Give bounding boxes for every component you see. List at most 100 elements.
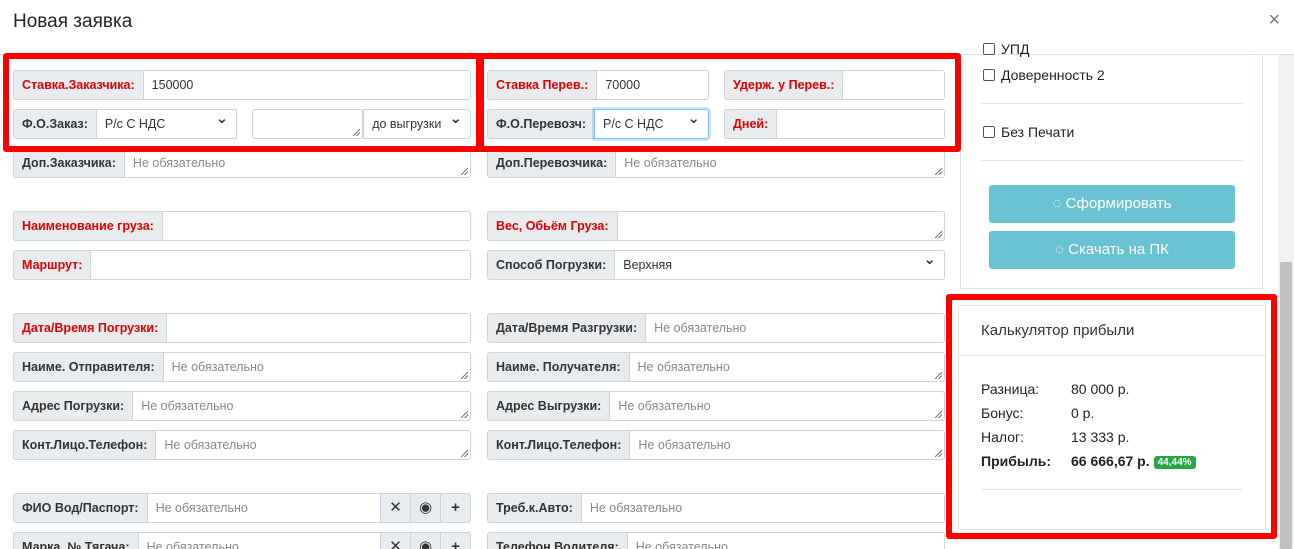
loading-method-group: Способ Погрузки: Верхняя <box>487 250 945 280</box>
customer-payment-group: Ф.О.Заказ: Р/с С НДС до выгрузки <box>13 109 471 139</box>
load-address-label: Адрес Погрузки: <box>13 391 133 421</box>
checkbox-no-stamp-label: Без Печати <box>1001 124 1075 140</box>
generate-button-label: Сформировать <box>1065 195 1172 212</box>
bonus-row: Бонус: 0 р. <box>981 405 1094 421</box>
profit-value-wrap: 66 666,67 р. 44,44% <box>1071 453 1196 469</box>
unload-datetime-input[interactable]: Не обязательно <box>645 313 945 343</box>
withhold-input[interactable] <box>842 70 945 100</box>
driver-input[interactable]: Не обязательно <box>146 493 381 523</box>
carrier-payment-group: Ф.О.Перевозч: Р/с С НДС <box>487 109 709 139</box>
weight-group: Вес, Обьём Груза: <box>487 211 945 241</box>
carrier-rate-input[interactable]: 70000 <box>596 70 709 100</box>
close-icon[interactable]: × <box>1268 9 1280 32</box>
carrier-extra-label: Доп.Перевозчика: <box>487 148 616 178</box>
profit-row: Прибыль: 66 666,67 р. 44,44% <box>981 453 1196 469</box>
checkbox-box[interactable] <box>983 43 995 55</box>
carrier-rate-group: Ставка Перев.: 70000 <box>487 70 709 100</box>
driver-phone-label: Телефон Водителя: <box>487 532 627 549</box>
checkbox-no-stamp[interactable]: Без Печати <box>983 124 1074 140</box>
loading-method-label: Способ Погрузки: <box>487 250 615 280</box>
carrier-extra-group: Доп.Перевозчика: Не обязательно <box>487 148 945 178</box>
load-address-group: Адрес Погрузки: Не обязательно <box>13 391 471 421</box>
driver-phone-input[interactable]: Не обязательно <box>626 532 945 549</box>
plus-icon[interactable]: + <box>441 532 471 549</box>
checkbox-upd[interactable]: УПД <box>983 41 1029 57</box>
close-icon[interactable]: ✕ <box>381 493 411 523</box>
cargo-name-group: Наименование груза: <box>13 211 471 241</box>
customer-payment-term-select[interactable]: до выгрузки <box>363 109 471 139</box>
scrollbar-thumb[interactable] <box>1280 262 1292 549</box>
unload-address-input[interactable]: Не обязательно <box>609 391 945 421</box>
receiver-label: Наиме. Получателя: <box>487 352 629 382</box>
route-group: Маршрут: <box>13 250 471 280</box>
route-input[interactable] <box>90 250 471 280</box>
customer-extra-input[interactable]: Не обязательно <box>123 148 471 178</box>
driver-phone-group: Телефон Водителя: Не обязательно <box>487 532 945 549</box>
cargo-name-input[interactable] <box>161 211 471 241</box>
carrier-rate-label: Ставка Перев.: <box>487 70 597 100</box>
calculator-title: Калькулятор прибыли <box>981 322 1135 339</box>
carrier-payment-select[interactable]: Р/с С НДС <box>594 109 709 139</box>
route-label: Маршрут: <box>13 250 91 280</box>
bonus-value: 0 р. <box>1071 405 1095 421</box>
customer-payment-select[interactable]: Р/с С НДС <box>95 109 238 139</box>
unload-datetime-group: Дата/Время Разгрузки: Не обязательно <box>487 313 945 343</box>
eye-icon[interactable]: ◉ <box>411 493 441 523</box>
divider <box>981 103 1243 104</box>
car-requirements-label: Треб.к.Авто: <box>487 493 581 523</box>
checkbox-box[interactable] <box>983 69 995 81</box>
difference-value: 80 000 р. <box>1071 381 1130 397</box>
customer-extra-group: Доп.Заказчика: Не обязательно <box>13 148 471 178</box>
weight-label: Вес, Обьём Груза: <box>487 211 617 241</box>
checkbox-proxy[interactable]: Доверенность 2 <box>983 67 1105 83</box>
weight-input[interactable] <box>616 211 945 241</box>
spinner-icon: ◌ <box>1052 195 1062 212</box>
download-button[interactable]: ◌ Скачать на ПК <box>989 231 1235 269</box>
load-datetime-input[interactable] <box>166 313 471 343</box>
generate-button[interactable]: ◌ Сформировать <box>989 185 1235 223</box>
difference-row: Разница: 80 000 р. <box>981 381 1129 397</box>
difference-label: Разница: <box>981 381 1040 397</box>
days-label: Дней: <box>724 109 777 139</box>
truck-label: Марка, № Тягача: <box>13 532 138 549</box>
driver-group: ФИО Вод/Паспорт: Не обязательно ✕ ◉ + <box>13 493 471 523</box>
loading-method-select[interactable]: Верхняя <box>614 250 945 280</box>
tax-value: 13 333 р. <box>1071 429 1130 445</box>
profit-calculator-card: Калькулятор прибыли Разница: 80 000 р. Б… <box>958 305 1266 530</box>
days-group: Дней: <box>724 109 945 139</box>
divider <box>981 489 1243 490</box>
profit-value: 66 666,67 р. <box>1071 453 1150 469</box>
load-address-input[interactable]: Не обязательно <box>132 391 471 421</box>
eye-icon[interactable]: ◉ <box>411 532 441 549</box>
receiver-contact-input[interactable]: Не обязательно <box>629 430 945 460</box>
checkbox-box[interactable] <box>983 126 995 138</box>
sender-group: Наиме. Отправителя: Не обязательно <box>13 352 471 382</box>
days-input[interactable] <box>776 109 945 139</box>
cargo-name-label: Наименование груза: <box>13 211 162 241</box>
receiver-group: Наиме. Получателя: Не обязательно <box>487 352 945 382</box>
sender-input[interactable]: Не обязательно <box>162 352 471 382</box>
profit-label: Прибыль: <box>981 453 1051 469</box>
withhold-group: Удерж. у Перев.: <box>724 70 945 100</box>
load-datetime-group: Дата/Время Погрузки: <box>13 313 471 343</box>
carrier-extra-input[interactable]: Не обязательно <box>615 148 945 178</box>
car-requirements-input[interactable]: Не обязательно <box>580 493 945 523</box>
spinner-icon: ◌ <box>1055 241 1064 258</box>
modal-header: Новая заявка × <box>0 0 1294 55</box>
customer-days-input[interactable] <box>252 109 364 139</box>
sender-label: Наиме. Отправителя: <box>13 352 163 382</box>
truck-input[interactable]: Не обязательно <box>137 532 381 549</box>
sender-contact-input[interactable]: Не обязательно <box>155 430 471 460</box>
withhold-label: Удерж. у Перев.: <box>724 70 843 100</box>
divider <box>959 355 1265 356</box>
bonus-label: Бонус: <box>981 405 1024 421</box>
close-icon[interactable]: ✕ <box>381 532 411 549</box>
receiver-contact-group: Конт.Лицо.Телефон: Не обязательно <box>487 430 945 460</box>
driver-label: ФИО Вод/Паспорт: <box>13 493 147 523</box>
customer-rate-input[interactable]: 150000 <box>142 70 471 100</box>
plus-icon[interactable]: + <box>441 493 471 523</box>
unload-datetime-label: Дата/Время Разгрузки: <box>487 313 646 343</box>
download-button-label: Скачать на ПК <box>1068 241 1169 258</box>
profit-percent-badge: 44,44% <box>1153 456 1196 469</box>
receiver-input[interactable]: Не обязательно <box>628 352 945 382</box>
